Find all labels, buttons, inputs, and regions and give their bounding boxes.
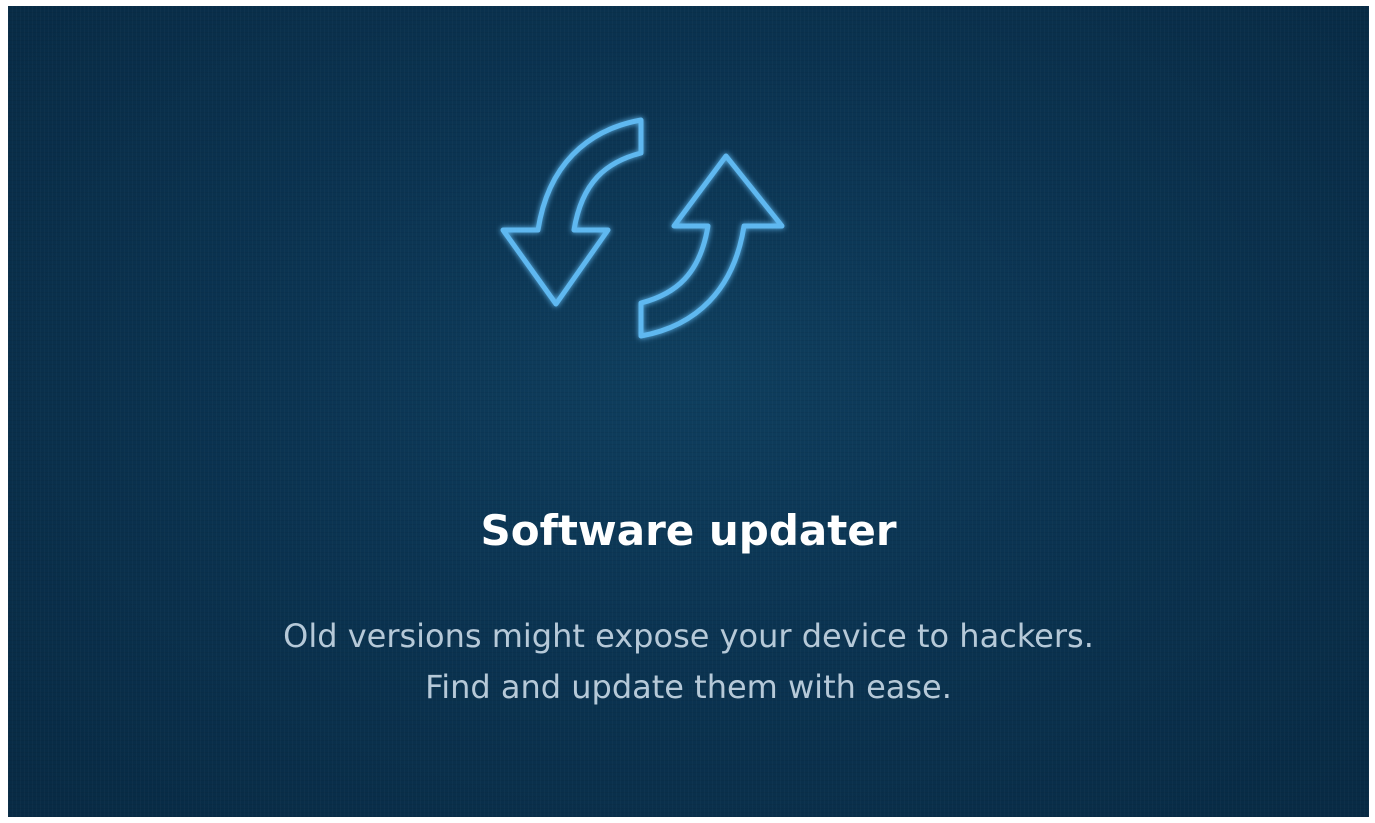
up-arrow-icon [638, 153, 785, 339]
down-arrow-icon [500, 117, 644, 307]
description: Old versions might expose your device to… [8, 611, 1369, 713]
updater-screen: Software updater Old versions might expo… [8, 6, 1369, 817]
refresh-arrows-icon [486, 106, 796, 351]
description-line: Old versions might expose your device to… [283, 617, 1094, 655]
page-title: Software updater [480, 506, 897, 555]
description-line: Find and update them with ease. [425, 668, 952, 706]
